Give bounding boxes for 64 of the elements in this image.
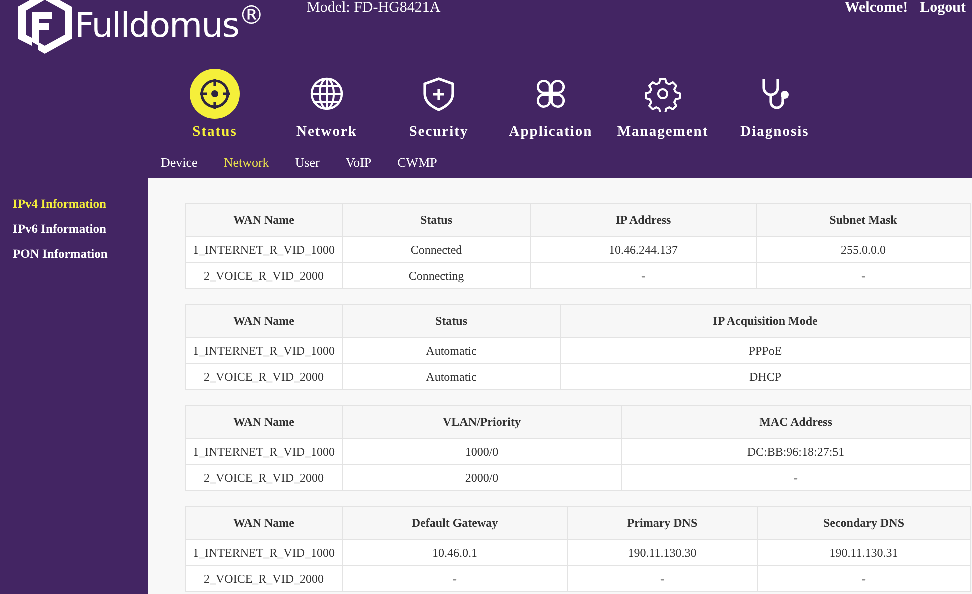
column-header: MAC Address xyxy=(622,406,970,438)
table-cell: Connected xyxy=(342,236,530,262)
table-cell: 1_INTERNET_R_VID_1000 xyxy=(186,338,342,364)
sub-tab[interactable]: CWMP xyxy=(384,155,450,171)
sidebar-item[interactable]: IPv4 Information xyxy=(0,192,148,217)
column-header: Default Gateway xyxy=(342,506,568,540)
table-cell: DC:BB:96:18:27:51 xyxy=(622,438,970,464)
table-cell: 2000/0 xyxy=(342,464,622,490)
table-cell: DHCP xyxy=(560,364,970,390)
crosshair-icon xyxy=(197,76,233,112)
table-cell: 2_VOICE_R_VID_2000 xyxy=(186,364,342,390)
table-cell: 1000/0 xyxy=(342,438,622,464)
table-cell: Automatic xyxy=(342,364,560,390)
table-cell: Connecting xyxy=(342,262,530,288)
table-cell: 1_INTERNET_R_VID_1000 xyxy=(186,540,342,566)
globe-icon xyxy=(309,76,345,112)
column-header: Status xyxy=(342,204,530,236)
shield-plus-icon xyxy=(421,76,457,112)
table-cell: 10.46.0.1 xyxy=(342,540,568,566)
nav-tab[interactable]: Status xyxy=(159,69,271,140)
table-cell: - xyxy=(758,566,970,592)
table-cell: 2_VOICE_R_VID_2000 xyxy=(186,464,342,490)
sub-tab[interactable]: VoIP xyxy=(332,155,385,171)
table-cell: - xyxy=(568,566,758,592)
column-header: WAN Name xyxy=(186,304,342,338)
table-cell: 10.46.244.137 xyxy=(530,236,756,262)
table-cell: - xyxy=(342,566,568,592)
table-cell: 190.11.130.30 xyxy=(568,540,758,566)
welcome-label: Welcome! xyxy=(844,1,908,16)
table-cell: - xyxy=(530,262,756,288)
nav-tab[interactable]: Application xyxy=(495,69,607,140)
settings-icon xyxy=(645,76,681,112)
column-header: Secondary DNS xyxy=(758,506,970,540)
sub-tab[interactable]: User xyxy=(282,155,333,171)
nav-tab[interactable]: Management xyxy=(607,69,719,140)
table-cell: 2_VOICE_R_VID_2000 xyxy=(186,262,342,288)
column-header: IP Acquisition Mode xyxy=(560,304,970,338)
column-header: WAN Name xyxy=(186,204,342,236)
nav-tab[interactable]: Network xyxy=(271,69,383,140)
column-header: Status xyxy=(342,304,560,338)
table-cell: - xyxy=(756,262,970,288)
column-header: VLAN/Priority xyxy=(342,406,622,438)
table-cell: PPPoE xyxy=(560,338,970,364)
logout-link[interactable]: Logout xyxy=(920,1,966,16)
model-label: Model: FD-HG8421A xyxy=(307,1,441,16)
nav-tab[interactable]: Security xyxy=(383,69,495,140)
sidebar-item[interactable]: PON Information xyxy=(0,242,148,267)
table-cell: - xyxy=(622,464,970,490)
column-header: WAN Name xyxy=(186,506,342,540)
column-header: IP Address xyxy=(530,204,756,236)
table-cell: 255.0.0.0 xyxy=(756,236,970,262)
table-cell: 1_INTERNET_R_VID_1000 xyxy=(186,236,342,262)
sub-tab[interactable]: Network xyxy=(210,155,282,171)
column-header: Subnet Mask xyxy=(756,204,970,236)
logo-icon xyxy=(18,0,73,54)
sidebar-item[interactable]: IPv6 Information xyxy=(0,217,148,242)
table-cell: Automatic xyxy=(342,338,560,364)
sub-tab[interactable]: Device xyxy=(148,155,211,171)
column-header: Primary DNS xyxy=(568,506,758,540)
table-cell: 190.11.130.31 xyxy=(758,540,970,566)
table-cell: 2_VOICE_R_VID_2000 xyxy=(186,566,342,592)
nav-tab[interactable]: Diagnosis xyxy=(719,69,831,140)
column-header: WAN Name xyxy=(186,406,342,438)
table-cell: 1_INTERNET_R_VID_1000 xyxy=(186,438,342,464)
